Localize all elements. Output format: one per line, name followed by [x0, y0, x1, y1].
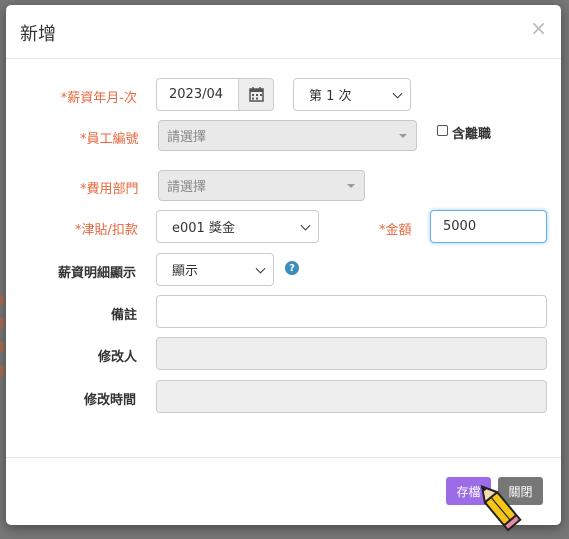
- modified-by-label: 修改人: [98, 350, 138, 365]
- allowance-select[interactable]: e001 獎金: [156, 210, 319, 243]
- allowance-label: *津貼/扣款: [75, 223, 138, 238]
- chevron-down-icon: [255, 263, 266, 274]
- background-marker: [0, 342, 4, 352]
- caret-down-icon: [347, 183, 355, 188]
- department-select[interactable]: 請選擇: [158, 170, 365, 201]
- close-icon[interactable]: ×: [530, 16, 547, 40]
- modified-by-field: [156, 337, 547, 370]
- detail-display-label: 薪資明細顯示: [58, 266, 137, 281]
- employee-label: *員工編號: [80, 132, 139, 147]
- calendar-button[interactable]: [239, 78, 274, 111]
- calendar-icon: [249, 87, 264, 102]
- background-marker: [0, 318, 4, 328]
- modified-time-label: 修改時間: [84, 393, 137, 408]
- department-label: *費用部門: [80, 182, 139, 197]
- salary-sequence-select[interactable]: 第 1 次: [293, 78, 411, 111]
- employee-select[interactable]: 請選擇: [158, 120, 417, 151]
- background-marker: [0, 366, 4, 376]
- dialog-title: 新增: [20, 24, 56, 45]
- chevron-down-icon: [392, 88, 403, 99]
- detail-display-select[interactable]: 顯示: [156, 253, 274, 286]
- caret-down-icon: [399, 133, 407, 138]
- include-resigned-label: 含離職: [452, 127, 492, 142]
- amount-label: *金額: [379, 223, 412, 238]
- include-resigned-checkbox[interactable]: [437, 125, 448, 136]
- add-dialog: 新增 × *薪資年月-次 2023/04 第 1 次 *員工編號 請選擇 含離職…: [6, 5, 561, 525]
- note-label: 備註: [111, 308, 138, 323]
- chevron-down-icon: [300, 220, 311, 231]
- modified-time-field: [156, 380, 547, 413]
- dialog-header: 新增 ×: [6, 5, 561, 59]
- background-marker: [0, 295, 4, 305]
- salary-month-input[interactable]: 2023/04: [156, 78, 239, 111]
- pencil-cursor-icon: [480, 485, 522, 532]
- amount-input[interactable]: 5000: [430, 210, 547, 243]
- note-input[interactable]: [156, 295, 547, 328]
- help-icon[interactable]: ?: [285, 261, 299, 275]
